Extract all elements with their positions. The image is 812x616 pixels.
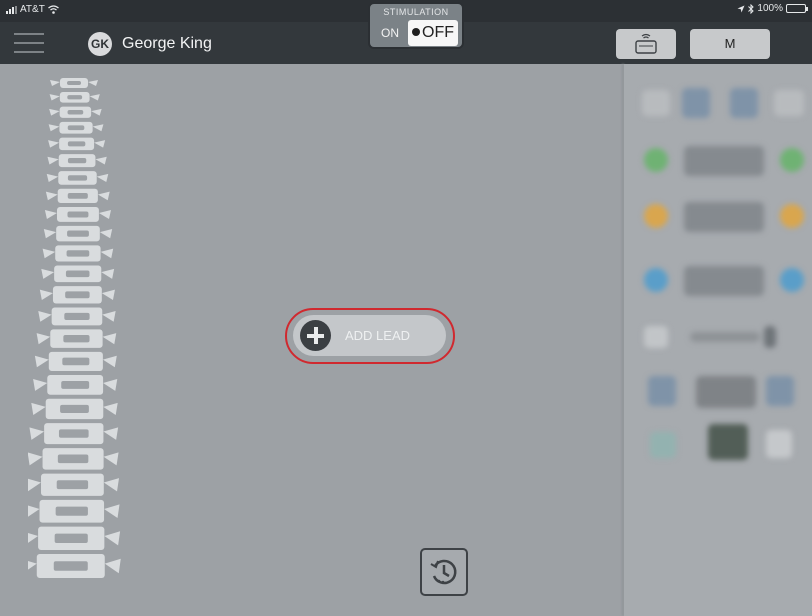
vertebra bbox=[49, 92, 100, 103]
hamburger-menu-icon[interactable] bbox=[14, 33, 44, 53]
add-lead-highlight[interactable]: ADD LEAD bbox=[285, 308, 455, 364]
patient-avatar[interactable]: GK bbox=[88, 32, 112, 56]
vertebra bbox=[33, 375, 118, 395]
stimulation-off-button[interactable]: OFF bbox=[408, 20, 458, 46]
vertebra bbox=[46, 171, 109, 185]
vertebra bbox=[48, 137, 106, 151]
remote-control-icon bbox=[635, 33, 657, 54]
bluetooth-icon bbox=[748, 3, 755, 14]
location-arrow-icon bbox=[737, 5, 745, 12]
vertebra bbox=[47, 154, 107, 168]
plus-circle-icon bbox=[300, 320, 331, 351]
patient-name[interactable]: George King bbox=[122, 35, 212, 53]
m-button[interactable]: M bbox=[690, 29, 770, 59]
vertebra bbox=[28, 499, 120, 523]
blurred-controls bbox=[624, 64, 812, 616]
vertebra bbox=[38, 307, 116, 326]
vertebra bbox=[28, 473, 120, 496]
stimulation-label: STIMULATION bbox=[383, 7, 449, 17]
vertebra bbox=[43, 225, 113, 242]
status-right: 100% bbox=[737, 3, 808, 14]
battery-icon bbox=[786, 4, 808, 13]
spine-illustration bbox=[28, 78, 121, 578]
vertebra bbox=[42, 245, 114, 262]
remote-control-button[interactable] bbox=[616, 29, 676, 59]
stimulation-on-button[interactable]: ON bbox=[374, 22, 406, 44]
add-lead-button[interactable]: ADD LEAD bbox=[293, 315, 446, 356]
vertebra bbox=[39, 286, 115, 304]
vertebra bbox=[28, 448, 119, 470]
add-lead-label: ADD LEAD bbox=[345, 328, 411, 343]
vertebra bbox=[50, 78, 98, 88]
stimulation-off-label: OFF bbox=[422, 24, 454, 41]
blurred-program-panel bbox=[624, 64, 812, 616]
history-button[interactable] bbox=[420, 548, 468, 596]
vertebra bbox=[49, 106, 102, 118]
vertebra bbox=[36, 329, 117, 348]
vertebra bbox=[34, 351, 117, 372]
vertebra bbox=[28, 554, 121, 578]
vertebra bbox=[31, 398, 118, 420]
vertebra bbox=[41, 265, 115, 283]
main-lead-area: ADD LEAD bbox=[0, 64, 622, 616]
stimulation-toggle[interactable]: STIMULATION ON OFF bbox=[368, 2, 464, 49]
vertebra bbox=[28, 526, 121, 550]
vertebra bbox=[48, 121, 104, 134]
battery-percent: 100% bbox=[757, 3, 783, 14]
vertebra bbox=[45, 188, 110, 204]
history-clock-icon bbox=[430, 559, 457, 585]
vertebra bbox=[44, 207, 111, 222]
selected-dot-icon bbox=[412, 28, 420, 36]
vertebra bbox=[29, 423, 119, 445]
